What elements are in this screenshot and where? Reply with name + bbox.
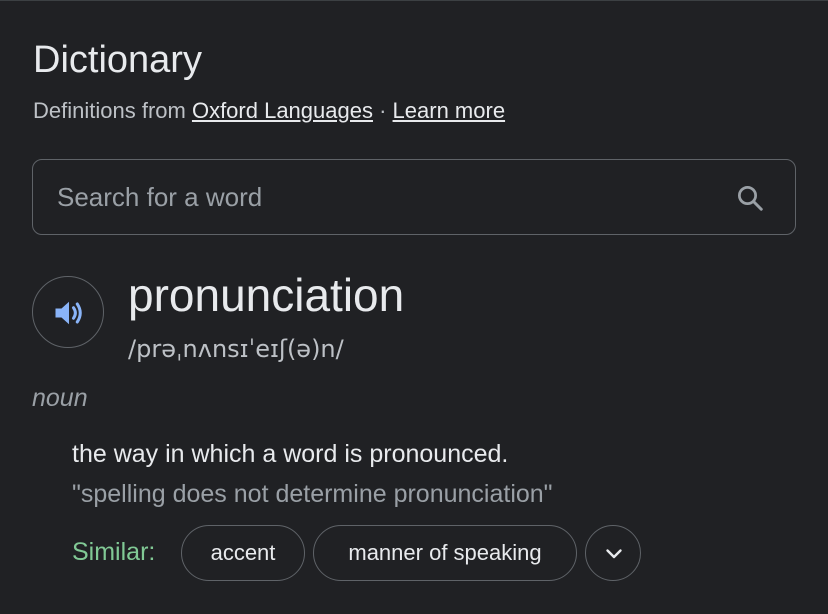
part-of-speech: noun (32, 384, 88, 412)
separator: · (372, 98, 393, 123)
example-sentence: "spelling does not determine pronunciati… (72, 480, 553, 508)
expand-similar-button[interactable] (585, 525, 641, 581)
search-box (32, 159, 796, 235)
page-title: Dictionary (33, 39, 202, 81)
speaker-icon (55, 301, 82, 325)
phonetic-transcription: /prəˌnʌnsɪˈeɪʃ(ə)n/ (128, 335, 344, 363)
similar-label: Similar: (72, 538, 156, 566)
definition-text: the way in which a word is pronounced. (72, 440, 509, 468)
dictionary-card: Dictionary Definitions from Oxford Langu… (0, 0, 828, 614)
learn-more-link[interactable]: Learn more (393, 98, 506, 123)
search-icon[interactable] (735, 183, 765, 213)
source-attribution: Definitions from Oxford Languages · Lear… (33, 96, 505, 126)
headword: pronunciation (128, 269, 405, 321)
play-pronunciation-button[interactable] (32, 276, 104, 348)
similar-chip-accent[interactable]: accent (181, 525, 305, 581)
oxford-languages-link[interactable]: Oxford Languages (192, 98, 373, 123)
source-prefix: Definitions from (33, 98, 192, 123)
top-divider (0, 0, 828, 1)
chevron-down-icon (606, 549, 622, 559)
search-input[interactable] (57, 160, 717, 234)
similar-chip-manner-of-speaking[interactable]: manner of speaking (313, 525, 577, 581)
